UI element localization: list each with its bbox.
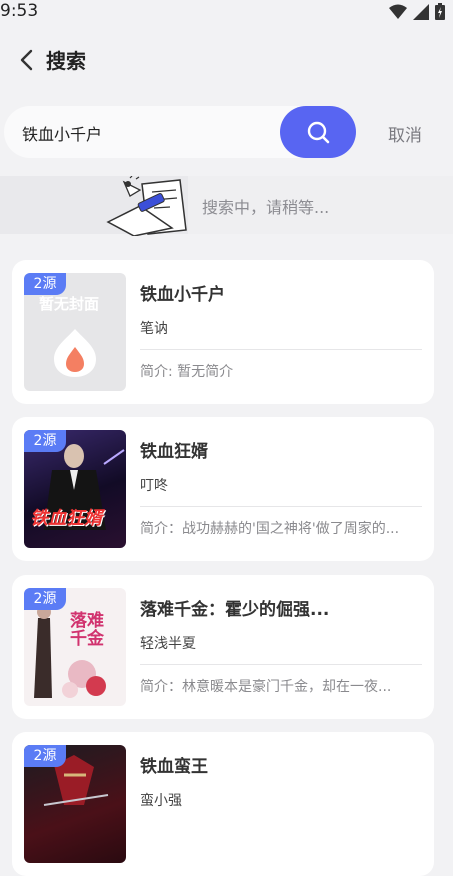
book-title: 铁血小千户 (140, 285, 225, 305)
divider (140, 506, 422, 507)
status-bar: 9:53 (0, 0, 453, 24)
result-card[interactable]: 铁血狂婿 2源 铁血狂婿 叮咚 简介：战功赫赫的'国之神将'做了周家的... (12, 417, 434, 561)
source-count-badge: 2源 (24, 745, 66, 767)
status-time: 9:53 (0, 1, 39, 21)
cell-signal-icon (413, 3, 429, 20)
search-input[interactable]: 铁血小千户 (22, 121, 102, 145)
book-intro: 简介：林意暖本是豪门千金，却在一夜... (140, 679, 392, 695)
searching-illustration-icon (106, 176, 187, 236)
cover-title-text: 铁血狂婿 (30, 508, 102, 529)
result-card[interactable]: 落难千金 2源 落难千金：霍少的倔强... 轻浅半夏 简介：林意暖本是豪门千金，… (12, 575, 434, 719)
battery-icon (435, 3, 445, 20)
source-count-badge: 2源 (24, 430, 66, 452)
searching-status: 搜索中，请稍等... (0, 176, 453, 236)
book-title: 铁血蛮王 (140, 757, 208, 777)
book-title: 落难千金：霍少的倔强... (140, 600, 330, 620)
book-author: 笔讷 (140, 321, 168, 337)
page-title: 搜索 (46, 49, 86, 73)
book-author: 轻浅半夏 (140, 636, 196, 652)
wifi-icon (389, 4, 407, 19)
cover-title-text: 落难千金 (70, 611, 104, 649)
cover-placeholder-text: 暂无封面 (39, 295, 100, 313)
book-intro: 简介：战功赫赫的'国之神将'做了周家的... (140, 521, 400, 537)
cancel-button[interactable]: 取消 (388, 121, 422, 146)
status-icons (389, 3, 445, 20)
flame-placeholder-icon (54, 329, 96, 377)
source-count-badge: 2源 (24, 273, 66, 295)
divider (140, 349, 422, 350)
source-count-badge: 2源 (24, 588, 66, 610)
search-box: 铁血小千户 (4, 106, 356, 158)
book-intro: 简介: 暂无简介 (140, 364, 234, 380)
search-button[interactable] (280, 106, 356, 158)
result-card[interactable]: 暂无封面 2源 铁血小千户 笔讷 简介: 暂无简介 (12, 260, 434, 404)
divider (140, 664, 422, 665)
result-card[interactable]: 2源 铁血蛮王 蛮小强 (12, 732, 434, 876)
book-author: 叮咚 (140, 478, 168, 494)
book-author: 蛮小强 (140, 793, 182, 809)
header: 搜索 (0, 40, 453, 80)
back-arrow-icon[interactable] (14, 46, 42, 74)
search-icon (307, 121, 330, 144)
searching-text: 搜索中，请稍等... (202, 198, 330, 217)
book-title: 铁血狂婿 (140, 442, 208, 462)
